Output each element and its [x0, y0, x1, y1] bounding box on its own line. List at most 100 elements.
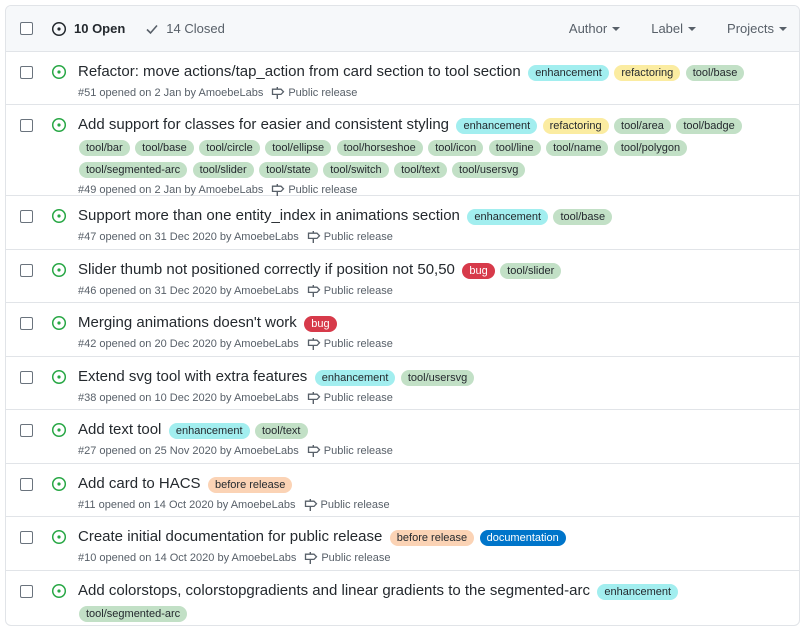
issue-label[interactable]: tool/circle	[199, 140, 260, 156]
issue-title-link[interactable]: Add support for classes for easier and c…	[78, 116, 449, 133]
issue-label[interactable]: enhancement	[597, 584, 679, 600]
milestone-icon	[272, 184, 285, 197]
issue-content: Add text tool enhancement tool/text #27 …	[78, 419, 799, 463]
milestone-icon	[307, 231, 321, 244]
label-filter-label: Label	[651, 21, 684, 36]
issue-opened-icon	[51, 117, 67, 133]
issue-row: Add text tool enhancement tool/text #27 …	[6, 410, 799, 464]
issue-opened-icon	[51, 64, 67, 80]
open-issues-toggle[interactable]: 10 Open	[51, 21, 125, 37]
issue-label[interactable]: tool/slider	[500, 263, 562, 279]
issue-checkbox[interactable]	[20, 531, 33, 544]
issue-checkbox[interactable]	[20, 478, 33, 491]
issue-checkbox[interactable]	[20, 317, 33, 330]
label-filter[interactable]: Label	[651, 21, 697, 36]
issue-label[interactable]: bug	[462, 263, 495, 279]
issue-label[interactable]: tool/polygon	[613, 140, 688, 156]
issue-label[interactable]: tool/horseshoe	[336, 140, 423, 156]
issue-checkbox[interactable]	[20, 424, 33, 437]
issue-label[interactable]: before release	[389, 530, 475, 546]
issue-checkbox[interactable]	[20, 119, 33, 132]
closed-issues-toggle[interactable]: 14 Closed	[145, 21, 225, 36]
issue-opened-icon	[51, 369, 67, 385]
issue-content: Slider thumb not positioned correctly if…	[78, 259, 799, 302]
issue-label[interactable]: tool/switch	[323, 162, 389, 178]
issue-title-link[interactable]: Slider thumb not positioned correctly if…	[78, 261, 455, 278]
projects-filter-label: Projects	[727, 21, 774, 36]
select-all-checkbox[interactable]	[20, 22, 33, 35]
milestone-icon	[305, 552, 318, 565]
issue-label[interactable]: documentation	[479, 530, 566, 546]
issue-label[interactable]: tool/segmented-arc	[79, 606, 188, 622]
issue-label[interactable]: tool/name	[546, 140, 609, 156]
issue-label[interactable]: enhancement	[528, 65, 609, 81]
issue-meta: #38 opened on 10 Dec 2020 by AmoebeLabs P…	[78, 391, 791, 405]
milestone-link[interactable]: Public release	[271, 183, 357, 197]
check-icon	[145, 22, 159, 36]
milestone-link[interactable]: Public release	[307, 391, 393, 405]
issue-title-link[interactable]: Add text tool	[78, 421, 161, 438]
author-filter[interactable]: Author	[568, 21, 621, 36]
issue-title-link[interactable]: Extend svg tool with extra features	[78, 368, 307, 385]
issue-checkbox[interactable]	[20, 66, 33, 79]
issue-opened-icon	[51, 21, 67, 37]
milestone-icon	[307, 338, 321, 351]
issue-label[interactable]: tool/area	[614, 118, 671, 134]
issue-label[interactable]: before release	[208, 477, 293, 493]
issue-label[interactable]: tool/base	[135, 140, 194, 156]
projects-filter[interactable]: Projects	[727, 21, 787, 36]
issue-label[interactable]: tool/usersvg	[400, 370, 475, 386]
issue-meta-text: #27 opened on 25 Nov 2020 by AmoebeLabs	[78, 445, 299, 458]
issue-label[interactable]: tool/text	[394, 162, 447, 178]
issue-label[interactable]: enhancement	[456, 118, 538, 134]
issue-title-link[interactable]: Merging animations doesn't work	[78, 314, 297, 331]
issue-title-link[interactable]: Refactor: move actions/tap_action from c…	[78, 63, 521, 80]
filter-bar: Author Label Projects	[550, 21, 799, 36]
issue-title-link[interactable]: Create initial documentation for public …	[78, 528, 382, 545]
issue-label[interactable]: enhancement	[467, 209, 549, 225]
milestone-icon	[307, 392, 321, 405]
issue-title-line: Support more than one entity_index in an…	[78, 205, 791, 227]
issue-meta: #46 opened on 31 Dec 2020 by AmoebeLabs P…	[78, 284, 791, 298]
issue-label[interactable]: tool/slider	[192, 162, 254, 178]
milestone-link[interactable]: Public release	[304, 551, 390, 565]
issue-title-link[interactable]: Add colorstops, colorstopgradients and l…	[78, 582, 590, 599]
milestone-link[interactable]: Public release	[307, 284, 393, 298]
issue-checkbox[interactable]	[20, 371, 33, 384]
chevron-down-icon	[688, 26, 697, 31]
milestone-link[interactable]: Public release	[307, 230, 393, 244]
issue-title-link[interactable]: Add card to HACS	[78, 475, 201, 492]
issue-list: Refactor: move actions/tap_action from c…	[6, 52, 799, 624]
issue-label[interactable]: tool/text	[254, 423, 308, 439]
issue-checkbox[interactable]	[20, 264, 33, 277]
issue-label[interactable]: tool/line	[488, 140, 541, 156]
issue-label[interactable]: refactoring	[614, 65, 681, 81]
issue-checkbox[interactable]	[20, 585, 33, 598]
issue-label[interactable]: enhancement	[314, 370, 396, 386]
issue-label[interactable]: tool/base	[685, 65, 745, 81]
issue-label[interactable]: enhancement	[168, 423, 250, 439]
issue-label[interactable]: tool/base	[553, 209, 613, 225]
issue-label[interactable]: tool/bar	[79, 140, 130, 156]
issue-label[interactable]: tool/state	[259, 162, 318, 178]
issue-label[interactable]: tool/segmented-arc	[79, 162, 188, 178]
issue-meta-text: #46 opened on 31 Dec 2020 by AmoebeLabs	[78, 285, 299, 298]
milestone-link[interactable]: Public release	[307, 337, 393, 351]
issue-label[interactable]: tool/usersvg	[452, 162, 526, 178]
issue-title-line: Extend svg tool with extra features enha…	[78, 366, 791, 388]
issue-label[interactable]: bug	[304, 316, 337, 332]
milestone-link[interactable]: Public release	[271, 86, 357, 100]
milestone-link[interactable]: Public release	[304, 498, 390, 512]
issue-checkbox[interactable]	[20, 210, 33, 223]
milestone-link[interactable]: Public release	[307, 444, 393, 458]
issue-label[interactable]: tool/badge	[676, 118, 742, 134]
issue-title-line: Merging animations doesn't work bug	[78, 312, 791, 334]
author-filter-label: Author	[568, 21, 608, 36]
issue-label[interactable]: tool/icon	[428, 140, 484, 156]
issue-meta-text: #38 opened on 10 Dec 2020 by AmoebeLabs	[78, 392, 299, 405]
issue-label[interactable]: refactoring	[542, 118, 609, 134]
issue-title-link[interactable]: Support more than one entity_index in an…	[78, 207, 460, 224]
issue-meta-text: #10 opened on 14 Oct 2020 by AmoebeLabs	[78, 552, 297, 565]
issue-opened-icon	[51, 208, 67, 224]
issue-label[interactable]: tool/ellipse	[265, 140, 332, 156]
